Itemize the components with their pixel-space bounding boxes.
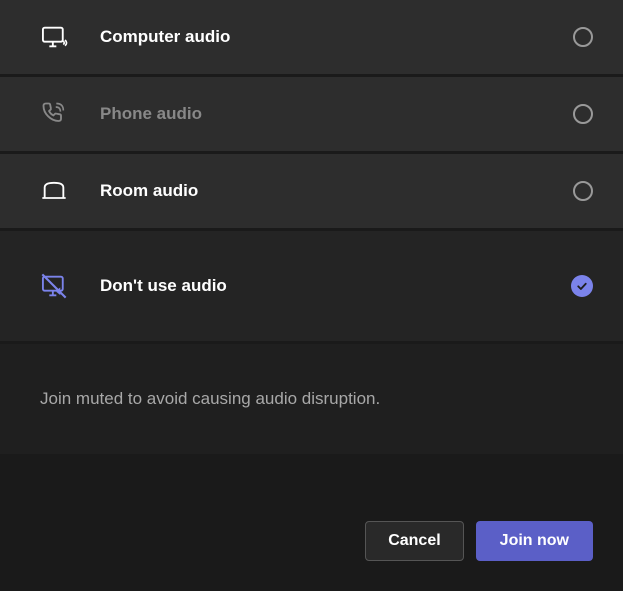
option-label: Room audio [100, 181, 573, 201]
info-section: Join muted to avoid causing audio disrup… [0, 344, 623, 454]
radio-unchecked-icon [573, 181, 593, 201]
dialog-button-bar: Cancel Join now [365, 521, 593, 561]
phone-icon [40, 100, 68, 128]
cancel-button[interactable]: Cancel [365, 521, 463, 561]
option-label: Phone audio [100, 104, 573, 124]
radio-unchecked-icon [573, 27, 593, 47]
computer-muted-icon [40, 272, 68, 300]
option-room-audio[interactable]: Room audio [0, 154, 623, 228]
audio-options-list: Computer audio Phone audio Room audio [0, 0, 623, 341]
join-now-button[interactable]: Join now [476, 521, 593, 561]
radio-unchecked-icon [573, 104, 593, 124]
option-computer-audio[interactable]: Computer audio [0, 0, 623, 74]
option-label: Computer audio [100, 27, 573, 47]
computer-speaker-icon [40, 23, 68, 51]
option-no-audio[interactable]: Don't use audio [0, 231, 623, 341]
info-message: Join muted to avoid causing audio disrup… [40, 389, 583, 409]
room-device-icon [40, 177, 68, 205]
option-label: Don't use audio [100, 276, 571, 296]
option-phone-audio[interactable]: Phone audio [0, 77, 623, 151]
radio-checked-icon [571, 275, 593, 297]
